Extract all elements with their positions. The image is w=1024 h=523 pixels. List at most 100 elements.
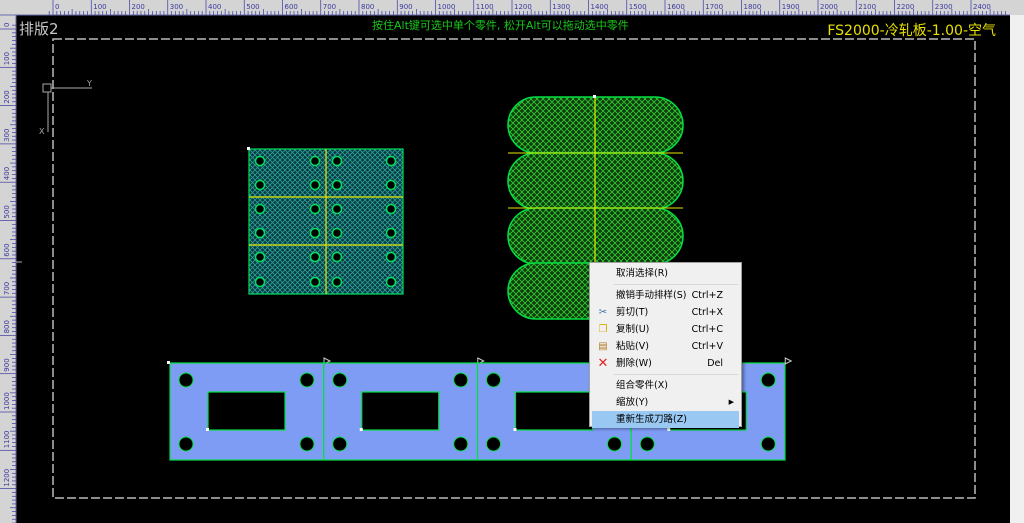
part-hole	[453, 372, 469, 388]
start-point	[359, 428, 363, 431]
ruler-label: 700	[3, 282, 11, 295]
ruler-label: 2000	[820, 3, 838, 11]
start-point	[593, 95, 596, 98]
nesting-canvas[interactable]: 0 100 200 300 400 500 600 700 800 900 1000 1100 1200…	[0, 0, 1024, 523]
part-hole	[486, 372, 501, 388]
part-hole	[331, 227, 343, 239]
ruler-label: 0	[3, 23, 11, 27]
ruler-label: 200	[132, 3, 145, 11]
hint-text: 按住Alt键可选中单个零件, 松开Alt可以拖动选中零件	[372, 19, 629, 32]
ruler-label: 400	[3, 167, 11, 180]
part-hole	[309, 227, 321, 239]
menu-item-cut[interactable]: ✂ 剪切(T) Ctrl+X	[592, 304, 739, 321]
menu-label: 剪切(T)	[616, 307, 649, 318]
part-hole	[254, 227, 266, 239]
ruler-label: 1200	[514, 3, 532, 11]
part-grid-plate[interactable]	[247, 147, 404, 295]
part-hole	[332, 436, 348, 452]
part-hole	[254, 251, 266, 263]
part-hole	[254, 179, 266, 191]
ruler-label: 2200	[897, 3, 915, 11]
menu-item-deselect[interactable]: 取消选择(R)	[592, 265, 739, 282]
ruler-label: 2400	[973, 3, 991, 11]
ruler-label: 2100	[858, 3, 876, 11]
start-point	[667, 428, 671, 431]
context-menu: 取消选择(R) 撤销手动排样(S) Ctrl+Z ✂ 剪切(T) Ctrl+X ❐ 复制…	[589, 262, 742, 428]
axis-y-label: Y	[86, 79, 92, 88]
menu-label: 组合零件(X)	[616, 380, 668, 391]
menu-separator	[614, 284, 738, 285]
menu-label: 复制(U)	[616, 324, 650, 335]
ruler-label: 800	[361, 3, 374, 11]
menu-item-copy[interactable]: ❐ 复制(U) Ctrl+C	[592, 321, 739, 338]
part-hole	[385, 251, 397, 263]
ruler-label: 1000	[3, 392, 11, 410]
part-cutout	[207, 391, 286, 431]
part-hole	[254, 155, 266, 167]
part-hole	[331, 251, 343, 263]
ruler-label: 1600	[667, 3, 685, 11]
ruler-label: 500	[3, 205, 11, 218]
part-hole	[385, 155, 397, 167]
menu-label: 缩放(Y)	[616, 397, 649, 408]
part-cutout	[361, 391, 440, 431]
ruler-label: 100	[93, 3, 106, 11]
part-hole	[332, 372, 348, 388]
part-hole	[453, 436, 469, 452]
menu-separator	[614, 374, 738, 375]
menu-item-group-parts[interactable]: 组合零件(X)	[592, 377, 739, 394]
start-point	[167, 361, 170, 364]
part-hole	[385, 276, 397, 288]
ruler-label: 1000	[438, 3, 456, 11]
menu-label: 删除(W)	[616, 358, 652, 369]
part-hole	[331, 155, 343, 167]
part-hole	[760, 436, 776, 452]
delete-icon: ✕	[597, 356, 609, 371]
start-point	[513, 428, 517, 431]
ruler-label: 1800	[744, 3, 762, 11]
part-hole	[760, 372, 776, 388]
ruler-label: 900	[399, 3, 412, 11]
submenu-arrow-icon: ▶	[728, 398, 734, 406]
part-hole	[385, 203, 397, 215]
part-hole	[331, 179, 343, 191]
ruler-label: 800	[3, 320, 11, 333]
part-hole	[254, 276, 266, 288]
menu-shortcut: Ctrl+V	[691, 341, 723, 352]
menu-item-scale[interactable]: 缩放(Y) ▶	[592, 394, 739, 411]
ruler-label: 600	[3, 243, 11, 256]
menu-item-undo-manual-nest[interactable]: 撤销手动排样(S) Ctrl+Z	[592, 287, 739, 304]
ruler-label: 300	[170, 3, 183, 11]
menu-item-delete[interactable]: ✕ 删除(W) Del	[592, 355, 739, 372]
ruler-label: 1900	[782, 3, 800, 11]
part-hole	[309, 276, 321, 288]
part-hole	[309, 179, 321, 191]
layout-title: 排版2	[19, 20, 59, 38]
ruler-label: 400	[208, 3, 221, 11]
ruler-label: 1100	[3, 430, 11, 448]
part-hole	[607, 436, 622, 452]
menu-item-paste[interactable]: ▤ 粘贴(V) Ctrl+V	[592, 338, 739, 355]
part-hole	[309, 203, 321, 215]
ruler-label: 700	[323, 3, 336, 11]
ruler-label: 500	[246, 3, 259, 11]
start-point	[247, 147, 250, 150]
part-hole	[254, 203, 266, 215]
ruler-label: 1500	[629, 3, 647, 11]
part-hole	[486, 436, 501, 452]
menu-item-regenerate-toolpath[interactable]: 重新生成刀路(Z)	[592, 411, 739, 428]
part-hole	[639, 436, 655, 452]
part-hole	[309, 251, 321, 263]
part-hole	[178, 436, 194, 452]
ruler-label: 1200	[3, 469, 11, 487]
menu-label: 撤销手动排样(S)	[616, 290, 687, 301]
paste-icon: ▤	[598, 341, 608, 352]
part-hole	[331, 203, 343, 215]
axis-x-label: X	[39, 127, 45, 136]
menu-label: 重新生成刀路(Z)	[616, 414, 687, 425]
ruler-label: 900	[3, 358, 11, 371]
start-point	[206, 428, 209, 431]
ruler-label: 200	[3, 90, 11, 103]
ruler-label: 1700	[705, 3, 723, 11]
part-cutout	[514, 391, 594, 431]
